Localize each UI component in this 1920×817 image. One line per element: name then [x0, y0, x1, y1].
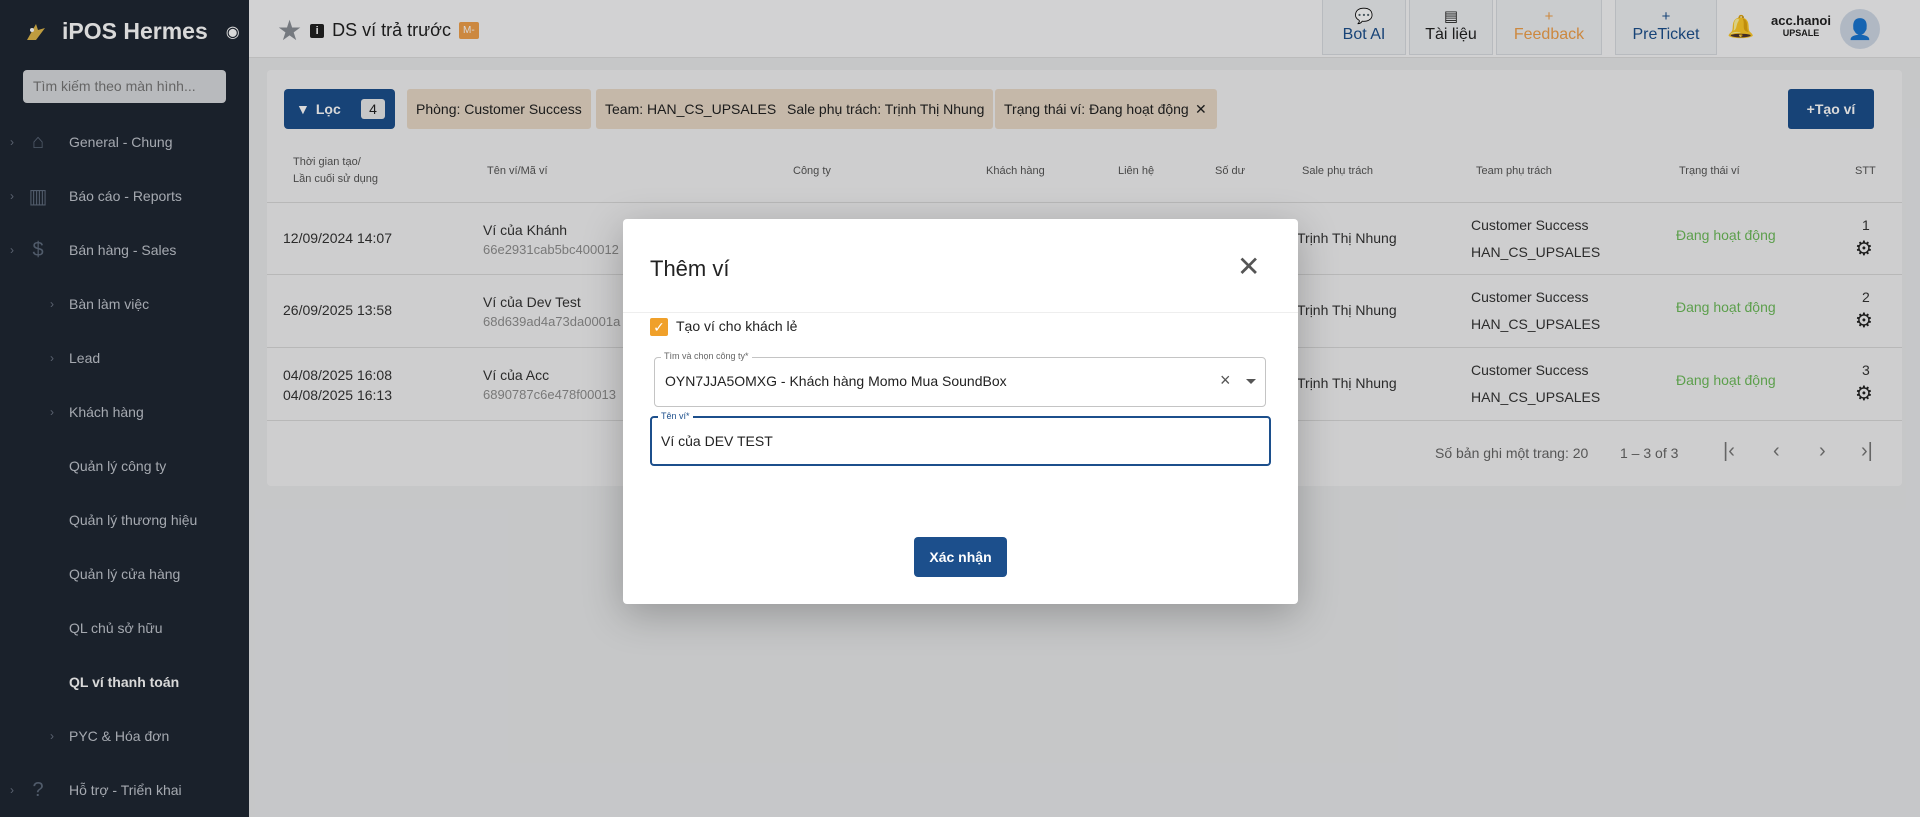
clear-icon[interactable]: ×: [1220, 370, 1231, 391]
confirm-button[interactable]: Xác nhận: [914, 537, 1007, 577]
add-wallet-dialog: Thêm ví ✕ ✓ Tạo ví cho khách lẻ Tìm và c…: [623, 219, 1298, 604]
divider: [623, 312, 1298, 313]
wallet-name-label: Tên ví*: [658, 411, 693, 421]
close-icon[interactable]: ✕: [1237, 253, 1260, 281]
retail-customer-checkbox[interactable]: ✓: [650, 318, 668, 336]
wallet-name-field[interactable]: Tên ví* Ví của DEV TEST: [650, 411, 1271, 466]
retail-customer-label: Tạo ví cho khách lẻ: [676, 318, 798, 334]
chevron-down-icon[interactable]: [1246, 379, 1256, 384]
company-select[interactable]: Tìm và chọn công ty* OYN7JJA5OMXG - Khác…: [654, 351, 1266, 407]
dialog-title: Thêm ví: [650, 256, 730, 281]
company-select-label: Tìm và chọn công ty*: [661, 351, 752, 361]
wallet-name-value: Ví của DEV TEST: [661, 433, 773, 449]
company-select-value: OYN7JJA5OMXG - Khách hàng Momo Mua Sound…: [665, 373, 1007, 389]
